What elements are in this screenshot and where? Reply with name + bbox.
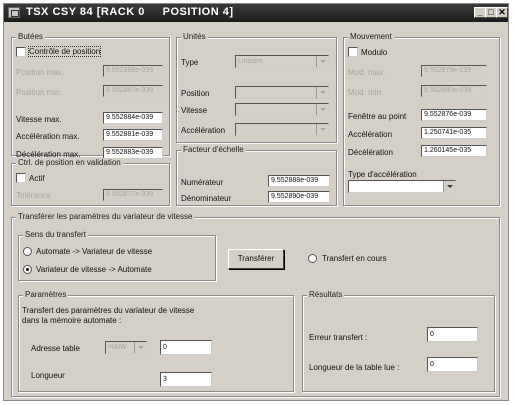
type-acceleration-select[interactable] xyxy=(348,180,456,193)
sens-transfert-title: Sens du transfert xyxy=(23,230,88,239)
tolerance-label: Tolérance xyxy=(16,191,51,200)
position-min-label: Position min. xyxy=(16,88,62,97)
longueur-table-lue-label: Longueur de la table lue : xyxy=(309,363,400,372)
window-title: TSX CSY 84 [RACK 0 POSITION 4] xyxy=(26,6,234,18)
parametres-group: Paramètres Transfert des paramètres du v… xyxy=(18,290,294,392)
mod-min-label: Mod. min. xyxy=(348,88,384,97)
acceleration-label: Accélération xyxy=(348,130,393,139)
acceleration-max-label: Accélération max. xyxy=(16,132,80,141)
acceleration-max-field[interactable]: 9.552881e-039 xyxy=(103,129,163,141)
parametres-description-line1: Transfert des paramètres du variateur de… xyxy=(22,306,195,315)
numerateur-label: Numérateur xyxy=(181,178,224,187)
position-max-label: Position max. xyxy=(16,68,65,77)
unites-acceleration-select[interactable] xyxy=(235,123,329,136)
adresse-type-select[interactable]: %MW xyxy=(105,341,147,354)
actif-checkbox[interactable] xyxy=(16,173,26,183)
radio-variateur-to-automate-label: Variateur de vitesse -> Automate xyxy=(36,265,152,274)
butees-group: Butées Contrôle de position Position max… xyxy=(11,32,170,159)
chevron-down-icon xyxy=(316,56,328,67)
unites-position-select[interactable] xyxy=(235,86,329,99)
facteur-title: Facteur d'échelle xyxy=(181,145,246,154)
unites-group: Unités Type Linéaire Position Vitesse Ac… xyxy=(176,32,337,143)
unites-title: Unités xyxy=(181,32,208,41)
fenetre-label: Fenêtre au point xyxy=(348,112,407,121)
mod-max-label: Mod. max. xyxy=(348,68,386,77)
numerateur-field[interactable]: 9.552888e-039 xyxy=(268,175,330,187)
transfert-title: Transférer les paramètres du variateur d… xyxy=(16,212,195,221)
denominateur-label: Dénominateur xyxy=(181,194,232,203)
deceleration-label: Décélération xyxy=(348,148,393,157)
ctrl-validation-title: Ctrl. de position en validation xyxy=(16,158,123,167)
chevron-down-icon xyxy=(316,104,328,115)
mod-min-field[interactable]: 9.552880e-039 xyxy=(421,85,487,97)
position-min-field[interactable]: 9.552887e-039 xyxy=(103,85,163,97)
denominateur-field[interactable]: 9.552890e-039 xyxy=(268,191,330,203)
parametres-title: Paramètres xyxy=(23,290,69,299)
actif-label: Actif xyxy=(29,174,45,183)
chevron-down-icon xyxy=(443,181,455,192)
chevron-down-icon xyxy=(316,87,328,98)
controle-position-checkbox[interactable] xyxy=(16,47,26,57)
unites-position-label: Position xyxy=(181,89,210,98)
chevron-down-icon xyxy=(134,342,146,353)
window-icon xyxy=(8,7,20,18)
position-max-field[interactable]: 9.552888e-039 xyxy=(103,65,163,77)
unites-acceleration-label: Accélération xyxy=(181,126,226,135)
mouvement-title: Mouvement xyxy=(348,32,394,41)
erreur-transfert-label: Erreur transfert : xyxy=(309,333,368,342)
close-button[interactable]: ✕ xyxy=(496,7,508,18)
ctrl-validation-group: Ctrl. de position en validation Actif To… xyxy=(11,158,170,206)
unites-vitesse-select[interactable] xyxy=(235,103,329,116)
chevron-down-icon xyxy=(316,124,328,135)
adresse-value-field[interactable]: 0 xyxy=(160,340,212,355)
controle-position-label: Contrôle de position xyxy=(27,46,102,57)
longueur-label: Longueur xyxy=(31,371,65,380)
parametres-description-line2: dans la mémoire automate : xyxy=(22,316,122,325)
butees-title: Butées xyxy=(16,32,45,41)
modulo-checkbox[interactable] xyxy=(348,47,358,57)
facteur-group: Facteur d'échelle Numérateur 9.552888e-0… xyxy=(176,145,337,206)
adresse-table-label: Adresse table xyxy=(31,344,80,353)
transferer-button[interactable]: Transférer xyxy=(228,249,284,269)
resultats-group: Résultats Erreur transfert : 0 Longueur … xyxy=(302,290,495,392)
longueur-table-lue-field[interactable]: 0 xyxy=(427,357,478,372)
mod-max-field[interactable]: 9.552879e-039 xyxy=(421,65,487,77)
unites-type-label: Type xyxy=(181,58,199,67)
transfert-group: Transférer les paramètres du variateur d… xyxy=(11,212,500,397)
unites-vitesse-label: Vitesse xyxy=(181,106,208,115)
modulo-label: Modulo xyxy=(361,48,388,57)
erreur-transfert-field[interactable]: 0 xyxy=(427,327,478,342)
unites-type-value: Linéaire xyxy=(238,58,263,65)
deceleration-field[interactable]: 1.260145e-035 xyxy=(421,145,487,157)
radio-automate-to-variateur-label: Automate -> Variateur de vitesse xyxy=(36,247,153,256)
vitesse-max-field[interactable]: 9.552884e-039 xyxy=(103,112,163,124)
longueur-field[interactable]: 3 xyxy=(160,372,212,387)
type-acceleration-label: Type d'accélération xyxy=(348,170,417,179)
main-window: TSX CSY 84 [RACK 0 POSITION 4] _ □ ✕ But… xyxy=(3,3,509,401)
unites-type-select[interactable]: Linéaire xyxy=(235,55,329,68)
radio-automate-to-variateur[interactable] xyxy=(23,247,32,256)
sens-transfert-group: Sens du transfert Automate -> Variateur … xyxy=(18,230,216,281)
tolerance-field[interactable]: 9.552877e-039 xyxy=(103,189,163,201)
mouvement-group: Mouvement Modulo Mod. max. 9.552879e-039… xyxy=(343,32,500,206)
resultats-title: Résultats xyxy=(307,290,345,299)
title-bar[interactable]: TSX CSY 84 [RACK 0 POSITION 4] _ □ ✕ xyxy=(4,4,508,22)
adresse-type-value: %MW xyxy=(108,344,127,351)
fenetre-field[interactable]: 9.552876e-039 xyxy=(421,109,487,121)
radio-variateur-to-automate[interactable] xyxy=(23,265,32,274)
acceleration-field[interactable]: 1.250741e-035 xyxy=(421,127,487,139)
vitesse-max-label: Vitesse max. xyxy=(16,115,62,124)
transfert-en-cours-label: Transfert en cours xyxy=(322,254,387,263)
radio-transfert-en-cours[interactable] xyxy=(308,254,317,263)
